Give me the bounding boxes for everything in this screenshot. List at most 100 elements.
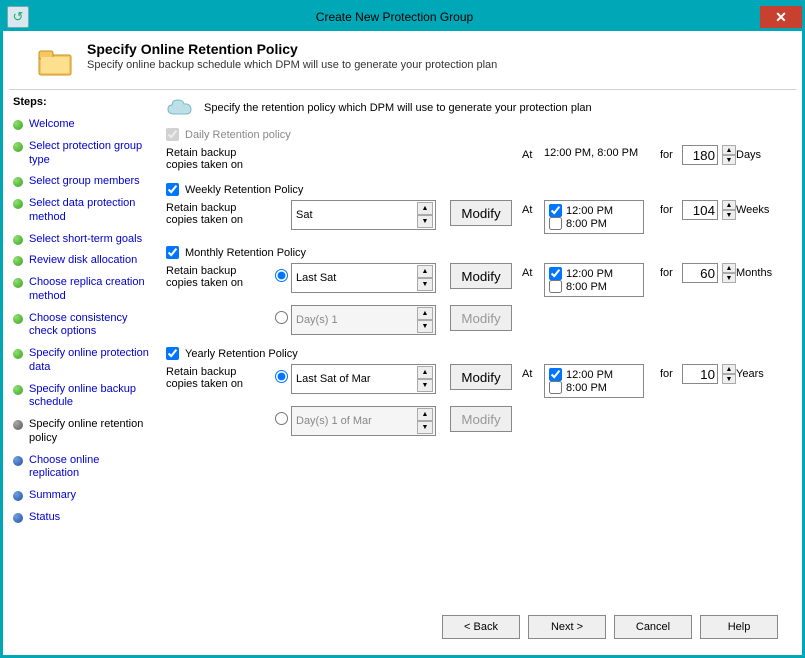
step-label: Summary xyxy=(29,489,76,503)
yearly-schd-up[interactable]: ▲ xyxy=(417,408,433,421)
step-bullet-icon xyxy=(13,199,23,209)
daily-retain-label: Retain backup copies taken on xyxy=(166,145,271,171)
step-13[interactable]: Status xyxy=(13,507,152,529)
step-1[interactable]: Select protection group type xyxy=(13,136,152,172)
step-label: Specify online retention policy xyxy=(29,418,152,446)
step-label: Review disk allocation xyxy=(29,254,137,268)
yearly-time1: 12:00 PM xyxy=(566,369,613,381)
yearly-radio-week[interactable] xyxy=(275,370,288,383)
monthly-schedule-week-list[interactable]: Last Sat▲▼ xyxy=(291,263,436,293)
weekly-sched-up[interactable]: ▲ xyxy=(417,202,433,215)
monthly-schd-down[interactable]: ▼ xyxy=(417,320,433,333)
next-button[interactable]: Next > xyxy=(528,615,606,639)
step-bullet-icon xyxy=(13,349,23,359)
yearly-schw-up[interactable]: ▲ xyxy=(417,366,433,379)
weekly-modify-button[interactable]: Modify xyxy=(450,200,512,226)
weekly-timebox[interactable]: 12:00 PM 8:00 PM xyxy=(544,200,644,234)
monthly-retain-label: Retain backup copies taken on xyxy=(166,263,271,289)
yearly-time2: 8:00 PM xyxy=(566,382,607,394)
yearly-schw-down[interactable]: ▼ xyxy=(417,379,433,392)
at-label: At xyxy=(516,200,544,216)
monthly-radio-day[interactable] xyxy=(275,311,288,324)
cancel-button[interactable]: Cancel xyxy=(614,615,692,639)
step-8[interactable]: Specify online protection data xyxy=(13,343,152,379)
step-11[interactable]: Choose online replication xyxy=(13,450,152,486)
monthly-time2: 8:00 PM xyxy=(566,281,607,293)
step-4[interactable]: Select short-term goals xyxy=(13,229,152,251)
monthly-schd-up[interactable]: ▲ xyxy=(417,307,433,320)
step-10: Specify online retention policy xyxy=(13,414,152,450)
daily-unit: Days xyxy=(732,145,792,161)
step-bullet-icon xyxy=(13,513,23,523)
monthly-time2-check[interactable] xyxy=(549,280,562,293)
step-bullet-icon xyxy=(13,177,23,187)
monthly-modify-day-button: Modify xyxy=(450,305,512,331)
yearly-checkbox[interactable] xyxy=(166,347,179,360)
close-button[interactable]: ✕ xyxy=(760,6,802,28)
daily-duration-input[interactable] xyxy=(682,145,718,165)
yearly-schedule-day-list[interactable]: Day(s) 1 of Mar▲▼ xyxy=(291,406,436,436)
monthly-duration-input[interactable] xyxy=(682,263,718,283)
yearly-schd-down[interactable]: ▼ xyxy=(417,421,433,434)
window-title: Create New Protection Group xyxy=(29,10,760,24)
monthly-unit: Months xyxy=(732,263,792,279)
back-button[interactable]: < Back xyxy=(442,615,520,639)
monthly-schedule-day-list[interactable]: Day(s) 1▲▼ xyxy=(291,305,436,335)
monthly-schw-down[interactable]: ▼ xyxy=(417,278,433,291)
for-label: for xyxy=(654,200,682,216)
step-label: Specify online protection data xyxy=(29,347,152,375)
yearly-timebox[interactable]: 12:00 PM 8:00 PM xyxy=(544,364,644,398)
yearly-unit: Years xyxy=(732,364,792,380)
step-bullet-icon xyxy=(13,491,23,501)
step-9[interactable]: Specify online backup schedule xyxy=(13,379,152,415)
monthly-time1: 12:00 PM xyxy=(566,268,613,280)
step-12[interactable]: Summary xyxy=(13,485,152,507)
step-2[interactable]: Select group members xyxy=(13,171,152,193)
yearly-radio-day[interactable] xyxy=(275,412,288,425)
at-label: At xyxy=(516,364,544,380)
yearly-schedule-week-list[interactable]: Last Sat of Mar▲▼ xyxy=(291,364,436,394)
step-bullet-icon xyxy=(13,120,23,130)
step-bullet-icon xyxy=(13,456,23,466)
step-7[interactable]: Choose consistency check options xyxy=(13,308,152,344)
help-button[interactable]: Help xyxy=(700,615,778,639)
folder-icon xyxy=(37,45,73,81)
step-label: Choose online replication xyxy=(29,454,152,482)
step-0[interactable]: Welcome xyxy=(13,114,152,136)
for-label: for xyxy=(654,263,682,279)
weekly-time2-check[interactable] xyxy=(549,217,562,230)
weekly-time1-check[interactable] xyxy=(549,204,562,217)
monthly-schw-up[interactable]: ▲ xyxy=(417,265,433,278)
step-bullet-icon xyxy=(13,256,23,266)
weekly-retain-label: Retain backup copies taken on xyxy=(166,200,271,226)
weekly-time1: 12:00 PM xyxy=(566,205,613,217)
weekly-checkbox[interactable] xyxy=(166,183,179,196)
step-5[interactable]: Review disk allocation xyxy=(13,250,152,272)
step-6[interactable]: Choose replica creation method xyxy=(13,272,152,308)
weekly-sched-down[interactable]: ▼ xyxy=(417,215,433,228)
weekly-time2: 8:00 PM xyxy=(566,218,607,230)
monthly-radio-week[interactable] xyxy=(275,269,288,282)
monthly-checkbox[interactable] xyxy=(166,246,179,259)
app-icon: ↺ xyxy=(7,6,29,28)
monthly-timebox[interactable]: 12:00 PM 8:00 PM xyxy=(544,263,644,297)
yearly-time1-check[interactable] xyxy=(549,368,562,381)
weekly-duration-input[interactable] xyxy=(682,200,718,220)
page-title: Specify Online Retention Policy xyxy=(87,41,497,57)
monthly-title: Monthly Retention Policy xyxy=(185,247,306,259)
yearly-time2-check[interactable] xyxy=(549,381,562,394)
daily-title: Daily Retention policy xyxy=(185,129,291,141)
step-label: Choose replica creation method xyxy=(29,276,152,304)
step-bullet-icon xyxy=(13,385,23,395)
intro-text: Specify the retention policy which DPM w… xyxy=(204,102,592,114)
yearly-modify-week-button[interactable]: Modify xyxy=(450,364,512,390)
cloud-icon xyxy=(166,98,194,118)
yearly-duration-input[interactable] xyxy=(682,364,718,384)
step-bullet-icon xyxy=(13,420,23,430)
monthly-time1-check[interactable] xyxy=(549,267,562,280)
step-3[interactable]: Select data protection method xyxy=(13,193,152,229)
monthly-modify-week-button[interactable]: Modify xyxy=(450,263,512,289)
step-bullet-icon xyxy=(13,235,23,245)
weekly-schedule-list[interactable]: Sat▲▼ xyxy=(291,200,436,230)
for-label: for xyxy=(654,364,682,380)
